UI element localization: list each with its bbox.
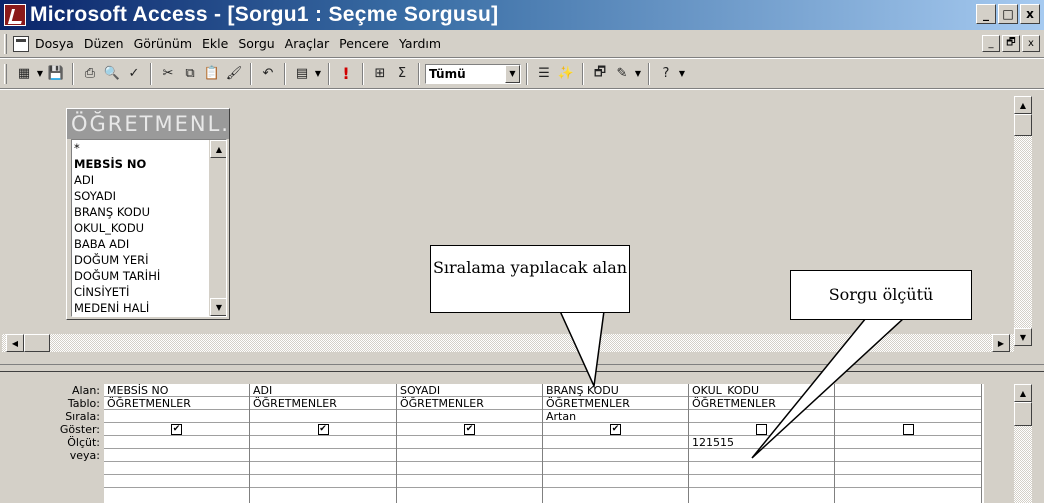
sort-callout-text: Sıralama yapılacak alan xyxy=(432,258,628,277)
criteria-callout-pointer xyxy=(751,317,906,459)
criteria-callout: Sorgu ölçütü xyxy=(790,270,972,320)
sort-callout: Sıralama yapılacak alan xyxy=(430,245,630,313)
sort-callout-pointer xyxy=(558,310,605,389)
criteria-callout-text: Sorgu ölçütü xyxy=(828,285,934,304)
